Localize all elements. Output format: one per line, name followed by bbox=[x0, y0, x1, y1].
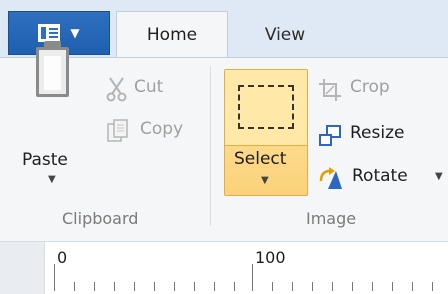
ruler-tick bbox=[54, 264, 55, 291]
rotate-label: Rotate bbox=[352, 166, 408, 186]
copy-label: Copy bbox=[140, 119, 184, 139]
ruler-tick bbox=[312, 282, 313, 291]
resize-label: Resize bbox=[350, 123, 405, 143]
clipboard-icon bbox=[36, 47, 69, 97]
crop-label: Crop bbox=[350, 77, 390, 97]
clipboard-group-label: Clipboard bbox=[62, 209, 139, 228]
paste-dropdown-icon[interactable]: ▼ bbox=[48, 174, 56, 185]
chevron-down-icon: ▼ bbox=[70, 26, 80, 40]
copy-button: Copy bbox=[106, 118, 196, 146]
select-dropdown-icon[interactable]: ▼ bbox=[261, 175, 269, 186]
ruler-tick bbox=[234, 282, 235, 291]
ruler-tick bbox=[74, 282, 75, 291]
paste-label: Paste bbox=[22, 150, 68, 170]
ruler-tick bbox=[174, 282, 175, 291]
copy-icon bbox=[107, 119, 128, 142]
resize-icon bbox=[319, 125, 341, 146]
ruler-tick bbox=[252, 264, 253, 291]
select-label: Select bbox=[234, 149, 287, 169]
selection-marquee-icon bbox=[238, 85, 294, 129]
ruler-tick bbox=[372, 282, 373, 291]
horizontal-ruler: 0 100 bbox=[0, 241, 448, 294]
crop-icon bbox=[319, 79, 341, 101]
tab-view-label: View bbox=[264, 24, 306, 45]
crop-button: Crop bbox=[318, 76, 428, 104]
ruler-tick bbox=[134, 282, 135, 291]
ruler-tick bbox=[214, 282, 215, 291]
ruler-tick bbox=[94, 282, 95, 291]
cut-button: Cut bbox=[106, 76, 186, 104]
ruler-tick bbox=[432, 282, 433, 291]
tab-view[interactable]: View bbox=[232, 11, 338, 58]
ruler-label-100: 100 bbox=[255, 248, 286, 267]
cut-label: Cut bbox=[134, 77, 164, 97]
rotate-dropdown-icon[interactable]: ▼ bbox=[435, 171, 443, 182]
paint-menu-icon bbox=[38, 24, 61, 42]
image-group-label: Image bbox=[306, 209, 357, 228]
ruler-label-0: 0 bbox=[57, 248, 68, 267]
ruler-tick bbox=[352, 282, 353, 291]
ruler-tick bbox=[292, 282, 293, 291]
ruler-tick bbox=[332, 282, 333, 291]
ruler-tick bbox=[154, 282, 155, 291]
tab-home[interactable]: Home bbox=[116, 11, 228, 58]
ruler-tick bbox=[194, 282, 195, 291]
ribbon-home-panel: Paste ▼ Cut Copy Clipboard Select ▼ Crop… bbox=[0, 41, 448, 242]
ruler-corner bbox=[0, 242, 45, 294]
tab-home-label: Home bbox=[146, 25, 198, 45]
ruler-tick bbox=[272, 282, 273, 291]
resize-button[interactable]: Resize bbox=[318, 122, 438, 150]
ruler-tick bbox=[412, 282, 413, 291]
scissors-icon bbox=[106, 77, 127, 102]
ruler-tick bbox=[114, 282, 115, 291]
ruler-tick bbox=[392, 282, 393, 291]
rotate-icon bbox=[319, 167, 342, 189]
rotate-button[interactable]: Rotate ▼ bbox=[318, 165, 446, 193]
group-separator bbox=[210, 66, 211, 226]
